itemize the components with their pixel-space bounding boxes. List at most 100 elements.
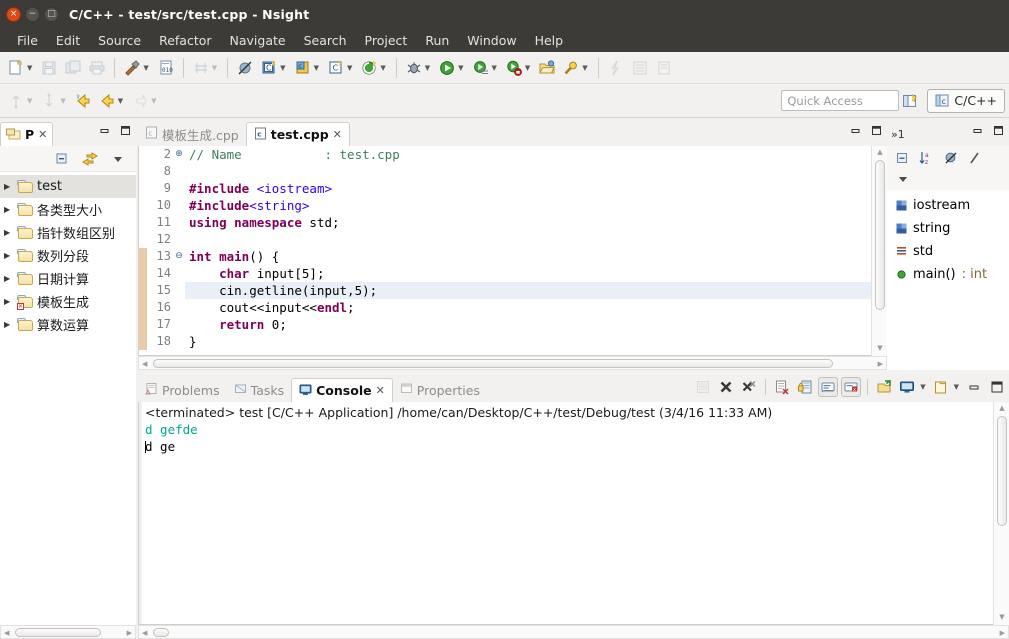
code-line[interactable]: #include<string> bbox=[185, 197, 886, 214]
open-perspective-icon[interactable] bbox=[899, 90, 921, 112]
outline-item[interactable]: main() : int bbox=[887, 263, 1009, 286]
tab-problems[interactable]: Problems bbox=[138, 378, 227, 402]
menu-window[interactable]: Window bbox=[458, 31, 525, 50]
chevron-down-icon[interactable]: ▼ bbox=[425, 64, 433, 72]
maximize-icon[interactable] bbox=[119, 124, 132, 137]
scroll-thumb[interactable] bbox=[15, 628, 101, 637]
show-console-on-error-button[interactable]: x bbox=[841, 377, 862, 397]
chevron-down-icon[interactable]: ▼ bbox=[954, 383, 961, 391]
scroll-left-arrow[interactable]: ◀ bbox=[142, 629, 147, 637]
view-menu-icon[interactable] bbox=[110, 151, 126, 167]
menu-search[interactable]: Search bbox=[295, 31, 356, 50]
close-icon[interactable]: ✕ bbox=[38, 128, 47, 141]
minimize-icon[interactable] bbox=[849, 124, 862, 137]
chevron-down-icon[interactable]: ▼ bbox=[347, 64, 355, 72]
code-line[interactable]: // Name : test.cpp bbox=[185, 146, 886, 163]
close-icon[interactable]: ✕ bbox=[333, 128, 342, 141]
minimize-icon[interactable] bbox=[971, 124, 984, 137]
scroll-up-arrow[interactable]: ▲ bbox=[875, 148, 885, 158]
scroll-thumb[interactable] bbox=[875, 160, 885, 310]
tab-tasks[interactable]: Tasks bbox=[227, 378, 292, 402]
expand-arrow-icon[interactable]: ▶ bbox=[4, 274, 14, 283]
show-console-on-output-button[interactable] bbox=[818, 377, 839, 397]
menu-help[interactable]: Help bbox=[526, 31, 573, 50]
code-line[interactable] bbox=[185, 231, 886, 248]
toolbar-new-c-project-button[interactable]: C ▼ bbox=[257, 58, 290, 78]
window-minimize-icon[interactable]: − bbox=[25, 6, 40, 22]
window-close-icon[interactable]: × bbox=[6, 6, 21, 22]
code-line[interactable]: return 0; bbox=[185, 316, 886, 333]
toolbar-build-button[interactable]: ▼ bbox=[120, 58, 153, 78]
menu-file[interactable]: File bbox=[8, 31, 47, 50]
tab-properties[interactable]: Properties bbox=[393, 378, 487, 402]
toolbar-back-button[interactable] bbox=[71, 91, 95, 111]
code-line[interactable]: cin.getline(input,5); bbox=[185, 282, 886, 299]
close-icon[interactable]: ✕ bbox=[376, 384, 385, 397]
list-item[interactable]: ▶ test bbox=[0, 175, 136, 198]
tab-outline[interactable]: »1 bbox=[887, 122, 909, 146]
expand-arrow-icon[interactable]: ▶ bbox=[4, 251, 14, 260]
expand-arrow-icon[interactable]: ▶ bbox=[4, 320, 14, 329]
outline-item[interactable]: iostream bbox=[887, 194, 1009, 217]
chevron-down-icon[interactable]: ▼ bbox=[525, 64, 533, 72]
link-with-editor-icon[interactable] bbox=[82, 151, 98, 167]
code-line[interactable]: #include <iostream> bbox=[185, 180, 886, 197]
chevron-down-icon[interactable]: ▼ bbox=[151, 97, 159, 105]
scroll-thumb[interactable] bbox=[153, 359, 833, 368]
list-item[interactable]: ▶ 各类型大小 bbox=[0, 198, 136, 221]
chevron-down-icon[interactable]: ▼ bbox=[143, 64, 151, 72]
tab-console[interactable]: Console ✕ bbox=[291, 378, 393, 402]
code-line[interactable]: } bbox=[185, 333, 886, 350]
chevron-down-icon[interactable]: ▼ bbox=[492, 64, 500, 72]
scroll-down-arrow[interactable]: ▼ bbox=[997, 613, 1007, 623]
code-text-area[interactable]: // Name : test.cpp #include <iostream> #i… bbox=[185, 146, 886, 355]
chevron-down-icon[interactable]: ▼ bbox=[458, 64, 466, 72]
toolbar-open-folder-button[interactable] bbox=[535, 58, 559, 78]
scroll-down-arrow[interactable]: ▼ bbox=[875, 344, 885, 354]
toolbar-new-c-source-button[interactable]: C ▼ bbox=[324, 58, 357, 78]
list-item[interactable]: ▶ 算数运算 bbox=[0, 313, 136, 336]
expand-arrow-icon[interactable]: ▶ bbox=[4, 228, 14, 237]
toolbar-new-file-button[interactable]: ▼ bbox=[4, 58, 37, 78]
maximize-button[interactable] bbox=[987, 377, 1007, 397]
menu-navigate[interactable]: Navigate bbox=[221, 31, 295, 50]
hide-fields-icon[interactable] bbox=[943, 151, 958, 166]
pin-console-button[interactable] bbox=[874, 377, 894, 397]
perspective-cpp-button[interactable]: c C/C++ bbox=[927, 88, 1005, 113]
folding-gutter[interactable]: ⊕ ⊖ bbox=[173, 146, 185, 355]
chevron-down-icon[interactable]: ▼ bbox=[60, 97, 68, 105]
chevron-down-icon[interactable]: ▼ bbox=[27, 64, 35, 72]
chevron-down-icon[interactable]: ▼ bbox=[314, 64, 322, 72]
code-line[interactable]: int main() { bbox=[185, 248, 886, 265]
menu-run[interactable]: Run bbox=[416, 31, 458, 50]
editor-tab[interactable]: c 模板生成.cpp bbox=[138, 122, 246, 146]
console-body[interactable]: <terminated> test [C/C++ Application] /h… bbox=[138, 402, 1009, 625]
minimize-button[interactable] bbox=[964, 377, 984, 397]
minimize-icon[interactable] bbox=[98, 124, 111, 137]
menu-refactor[interactable]: Refactor bbox=[150, 31, 220, 50]
hide-static-icon[interactable] bbox=[967, 151, 982, 166]
clear-button[interactable] bbox=[772, 377, 792, 397]
editor-body[interactable]: 2 8 9 10 11 12 13 14 15 16 17 18 ⊕ ⊖ // Name : test.… bbox=[138, 146, 887, 356]
list-item[interactable]: ▶ ✕ 模板生成 bbox=[0, 290, 136, 313]
tab-project-explorer[interactable]: P ✕ bbox=[0, 122, 54, 146]
scroll-thumb[interactable] bbox=[153, 628, 169, 637]
toolbar-cuda-new-button[interactable]: ▼ bbox=[357, 58, 390, 78]
scroll-right-arrow[interactable]: ▶ bbox=[878, 360, 883, 368]
window-maximize-icon[interactable]: □ bbox=[44, 6, 59, 22]
editor-tab[interactable]: c test.cpp ✕ bbox=[245, 122, 350, 146]
fold-toggle-icon[interactable]: ⊕ bbox=[173, 146, 185, 163]
expand-arrow-icon[interactable]: ▶ bbox=[4, 297, 14, 306]
terminate-button[interactable] bbox=[716, 377, 736, 397]
view-menu-icon[interactable] bbox=[897, 173, 909, 187]
chevron-down-icon[interactable]: ▼ bbox=[212, 64, 220, 72]
list-item[interactable]: ▶ 日期计算 bbox=[0, 267, 136, 290]
collapse-all-icon[interactable] bbox=[895, 151, 910, 166]
maximize-icon[interactable] bbox=[992, 124, 1005, 137]
outline-item[interactable]: string bbox=[887, 217, 1009, 240]
code-line[interactable]: char input[5]; bbox=[185, 265, 886, 282]
chevron-down-icon[interactable]: ▼ bbox=[582, 64, 590, 72]
scroll-left-arrow[interactable]: ◀ bbox=[4, 629, 9, 637]
toolbar-run-button[interactable]: ▼ bbox=[435, 58, 468, 78]
code-line[interactable]: cout<<input<<endl; bbox=[185, 299, 886, 316]
